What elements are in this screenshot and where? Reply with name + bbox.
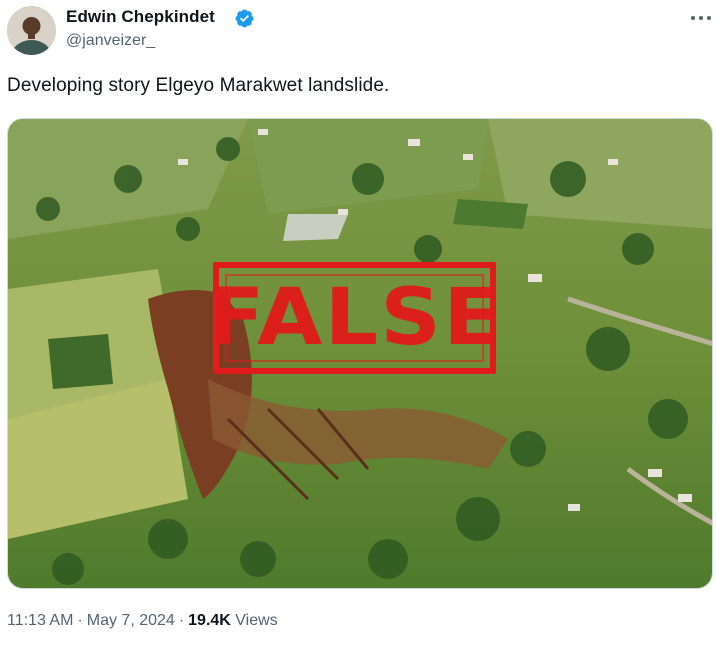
display-name[interactable]: Edwin Chepkindet <box>66 7 215 27</box>
author-handle[interactable]: @janveizer_ <box>66 32 155 50</box>
tweet-meta: 11:13 AM · May 7, 2024 · 19.4K Views <box>7 612 278 629</box>
verified-badge-icon <box>235 9 254 28</box>
false-stamp-text: FALSE <box>206 273 503 363</box>
avatar-image <box>7 6 56 55</box>
tweet-date[interactable]: May 7, 2024 <box>87 612 175 629</box>
false-stamp: FALSE <box>207 262 500 374</box>
views-count: 19.4K <box>188 612 231 629</box>
avatar[interactable] <box>7 6 56 55</box>
tweet-time[interactable]: 11:13 AM <box>7 612 73 629</box>
landslide-aerial-photo: FALSE <box>8 119 712 588</box>
views-label: Views <box>235 612 278 629</box>
tweet-image[interactable]: FALSE <box>7 118 713 589</box>
more-horizontal-icon[interactable] <box>690 8 712 28</box>
tweet-text: Developing story Elgeyo Marakwet landsli… <box>7 75 390 96</box>
